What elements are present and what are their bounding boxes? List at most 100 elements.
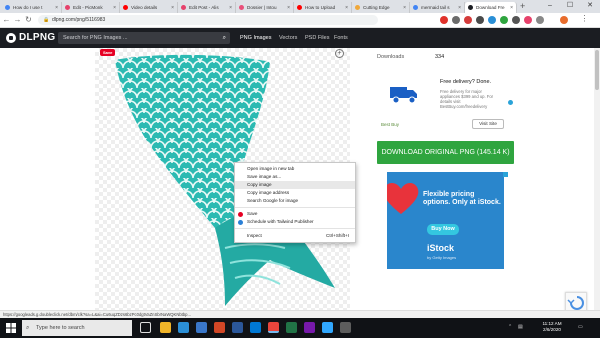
store-icon[interactable] xyxy=(178,322,189,333)
visit-site-button[interactable]: Visit Site xyxy=(472,119,504,129)
ad-close-icon[interactable]: x xyxy=(503,172,508,177)
recaptcha-badge[interactable] xyxy=(565,292,587,312)
downloads-label: Downloads xyxy=(377,54,405,60)
pinterest-extension-icon[interactable] xyxy=(440,16,448,24)
url-input[interactable]: 🔒 dlpng.com/png/5116983 xyxy=(38,15,378,25)
tab-1[interactable]: How do I use t × xyxy=(2,2,62,13)
close-window-button[interactable]: ✕ xyxy=(580,0,600,13)
word-icon[interactable] xyxy=(232,322,243,333)
address-bar-row: ← → ↻ 🔒 dlpng.com/png/5116983 ⋮ xyxy=(0,13,600,28)
app-icon[interactable] xyxy=(340,322,351,333)
menu-tailwind-schedule[interactable]: Schedule with Tailwind Publisher xyxy=(235,218,355,226)
menu-item-label: Schedule with Tailwind Publisher xyxy=(247,219,314,224)
close-icon[interactable]: × xyxy=(403,5,406,11)
extension-icon[interactable] xyxy=(536,16,544,24)
close-icon[interactable]: × xyxy=(458,5,461,11)
pinterest-save-button[interactable]: Save xyxy=(100,49,116,56)
extension-icon[interactable] xyxy=(476,16,484,24)
site-logo[interactable]: DLPNG xyxy=(6,32,56,43)
pinterest-icon xyxy=(238,212,243,217)
photoshop-icon[interactable] xyxy=(322,322,333,333)
tab-6[interactable]: How to Upload × xyxy=(294,2,352,13)
nav-fonts[interactable]: Fonts xyxy=(334,35,348,41)
taskbar-search-input[interactable]: ⌕ Type here to search xyxy=(22,320,132,336)
tray-up-arrow-icon[interactable]: ⌃ xyxy=(508,324,512,330)
close-icon[interactable]: × xyxy=(171,5,174,11)
bestbuy-ad[interactable]: Free delivery? Done. Free delivery for m… xyxy=(378,73,513,133)
menu-open-image-new-tab[interactable]: Open image in new tab xyxy=(235,165,355,173)
office-icon[interactable] xyxy=(214,322,225,333)
clock[interactable]: 11:12 AM 2/6/2020 xyxy=(532,321,572,333)
extension-icon[interactable] xyxy=(512,16,520,24)
back-icon[interactable]: ← xyxy=(2,15,11,24)
menu-save-image-as[interactable]: Save image as... xyxy=(235,173,355,181)
search-icon[interactable]: ⌕ xyxy=(223,32,226,44)
minimize-button[interactable]: – xyxy=(540,0,560,13)
tab-label: Dossier | Intou xyxy=(247,5,277,10)
menu-dots-icon[interactable]: ⋮ xyxy=(580,14,589,23)
tab-4[interactable]: Edit Post - Alis × xyxy=(178,2,236,13)
tab-8[interactable]: mermaid tail s × xyxy=(410,2,465,13)
close-icon[interactable]: × xyxy=(229,5,232,11)
extension-icon[interactable] xyxy=(464,16,472,24)
tab-label: Cutting Edge xyxy=(363,5,390,10)
task-view-icon[interactable] xyxy=(140,322,151,333)
lock-icon: 🔒 xyxy=(43,17,50,23)
close-icon[interactable]: × xyxy=(113,5,116,11)
menu-search-google-image[interactable]: Search Google for image xyxy=(235,197,355,205)
tab-2[interactable]: Edit - PicMonk × xyxy=(62,2,120,13)
site-search-input[interactable]: Search for PNG Images ... ⌕ xyxy=(58,32,230,44)
extension-icon[interactable] xyxy=(452,16,460,24)
menu-copy-image-address[interactable]: Copy image address xyxy=(235,189,355,197)
notifications-icon[interactable]: ▭ xyxy=(578,324,583,330)
zoom-icon[interactable]: + xyxy=(335,49,344,58)
menu-pinterest-save[interactable]: Save xyxy=(235,210,355,218)
close-icon[interactable]: × xyxy=(345,5,348,11)
mail-icon[interactable] xyxy=(196,322,207,333)
extension-icon[interactable] xyxy=(500,16,508,24)
close-icon[interactable]: × xyxy=(510,5,513,11)
istock-headline: Flexible pricing options. Only at iStock… xyxy=(423,191,501,206)
nav-vectors[interactable]: Vectors xyxy=(279,35,297,41)
forward-icon[interactable]: → xyxy=(13,15,22,24)
menu-inspect[interactable]: Inspect Ctrl+Shift+I xyxy=(235,232,355,240)
maximize-button[interactable]: ☐ xyxy=(560,0,580,13)
menu-shortcut: Ctrl+Shift+I xyxy=(326,233,349,238)
tab-9-active[interactable]: Download Fre × xyxy=(465,2,517,13)
page-scrollbar[interactable] xyxy=(594,48,600,310)
istock-ad[interactable]: Flexible pricing options. Only at iStock… xyxy=(387,172,504,269)
istock-logo: iStock xyxy=(427,243,455,253)
edge-icon[interactable] xyxy=(250,322,261,333)
reload-icon[interactable]: ↻ xyxy=(24,15,33,24)
menu-item-label: Inspect xyxy=(247,233,262,238)
profile-avatar[interactable] xyxy=(560,16,568,24)
buy-now-button[interactable]: Buy Now xyxy=(427,224,459,235)
tab-favicon-icon xyxy=(5,5,10,10)
tab-3[interactable]: Video details × xyxy=(120,2,178,13)
windows-start-icon[interactable] xyxy=(6,323,16,333)
network-icon[interactable]: ▤ xyxy=(518,324,523,330)
chrome-icon[interactable] xyxy=(268,322,279,333)
tab-5[interactable]: Dossier | Intou × xyxy=(236,2,294,13)
adchoices-icon[interactable]: i xyxy=(508,100,513,105)
new-tab-button[interactable]: + xyxy=(520,1,525,11)
onenote-icon[interactable] xyxy=(304,322,315,333)
tab-label: Video details xyxy=(131,5,158,10)
nav-png-images[interactable]: PNG Images xyxy=(240,35,271,41)
extension-icon[interactable] xyxy=(524,16,532,24)
tab-favicon-icon xyxy=(65,5,70,10)
file-explorer-icon[interactable] xyxy=(160,322,171,333)
menu-item-label: Search Google for image xyxy=(247,198,299,203)
tab-favicon-icon xyxy=(123,5,128,10)
search-icon: ⌕ xyxy=(26,325,30,331)
close-icon[interactable]: × xyxy=(55,5,58,11)
menu-copy-image[interactable]: Copy image xyxy=(235,181,355,189)
excel-icon[interactable] xyxy=(286,322,297,333)
tab-7[interactable]: Cutting Edge × xyxy=(352,2,410,13)
download-original-button[interactable]: DOWNLOAD ORIGINAL PNG (145.14 K) xyxy=(377,141,514,164)
nav-psd-files[interactable]: PSD Files xyxy=(305,35,329,41)
close-icon[interactable]: × xyxy=(287,5,290,11)
scrollbar-thumb[interactable] xyxy=(595,50,599,90)
extension-icon[interactable] xyxy=(488,16,496,24)
menu-item-label: Open image in new tab xyxy=(247,166,295,171)
